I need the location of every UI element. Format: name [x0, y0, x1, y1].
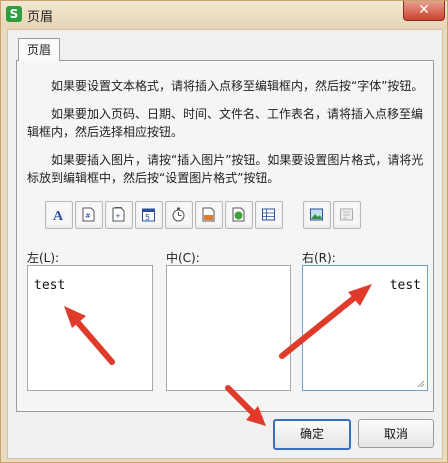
total-pages-icon: + — [112, 207, 125, 222]
insert-picture-icon — [310, 208, 323, 221]
tab-header[interactable]: 页眉 — [18, 38, 60, 61]
right-section-text: test — [389, 278, 421, 293]
right-section-label: 右(R): — [302, 251, 336, 265]
resize-grip-icon — [417, 380, 425, 388]
dialog-body: 页眉 如果要设置文本格式，请将插入点移至编辑框内，然后按“字体”按钮。 如果要加… — [7, 29, 443, 459]
svg-text:+: + — [115, 212, 121, 220]
cancel-button[interactable]: 取消 — [358, 419, 434, 448]
page-number-button[interactable]: # — [75, 201, 103, 229]
left-section-label: 左(L): — [27, 251, 60, 265]
left-section-text: test — [34, 278, 66, 293]
left-section-field[interactable]: test — [27, 265, 153, 391]
close-button[interactable]: ✕ — [403, 1, 445, 21]
sheet-name-icon — [262, 208, 275, 221]
instruction-text-picture: 如果要插入图片，请按“插入图片”按钮。如果要设置图片格式，请将光标放到编辑框中，… — [27, 153, 424, 185]
app-icon: S — [6, 6, 22, 22]
right-section-field[interactable]: test — [302, 265, 428, 391]
svg-text:#: # — [85, 212, 91, 220]
time-button[interactable] — [165, 201, 193, 229]
svg-text:5: 5 — [145, 213, 150, 222]
font-button[interactable]: A — [45, 201, 73, 229]
format-picture-icon — [340, 208, 353, 221]
total-pages-button[interactable]: + — [105, 201, 133, 229]
center-section-label: 中(C): — [166, 251, 200, 265]
time-icon — [172, 207, 185, 222]
svg-text:A: A — [53, 209, 64, 222]
page-number-icon: # — [82, 207, 95, 222]
sheet-name-button[interactable] — [255, 201, 283, 229]
file-path-icon — [202, 207, 215, 222]
file-name-button[interactable] — [225, 201, 253, 229]
title-bar[interactable]: S 页眉 ✕ — [1, 1, 447, 29]
window-title: 页眉 — [27, 10, 54, 25]
format-picture-button[interactable] — [333, 201, 361, 229]
font-icon: A — [53, 209, 64, 222]
insert-picture-button[interactable] — [303, 201, 331, 229]
header-panel: 如果要设置文本格式，请将插入点移至编辑框内，然后按“字体”按钮。 如果要加入页码… — [16, 60, 434, 412]
file-path-button[interactable] — [195, 201, 223, 229]
date-button[interactable]: 5 — [135, 201, 163, 229]
center-section-field[interactable] — [166, 265, 291, 391]
date-icon: 5 — [142, 208, 155, 222]
instruction-text-fields: 如果要加入页码、日期、时间、文件名、工作表名，请将插入点移至编辑框内，然后选择相… — [27, 107, 424, 139]
ok-button[interactable]: 确定 — [273, 419, 351, 450]
instruction-text-font: 如果要设置文本格式，请将插入点移至编辑框内，然后按“字体”按钮。 — [51, 79, 424, 93]
header-dialog-window: S 页眉 ✕ 页眉 如果要设置文本格式，请将插入点移至编辑框内，然后按“字体”按… — [0, 0, 448, 463]
file-name-icon — [232, 207, 245, 222]
